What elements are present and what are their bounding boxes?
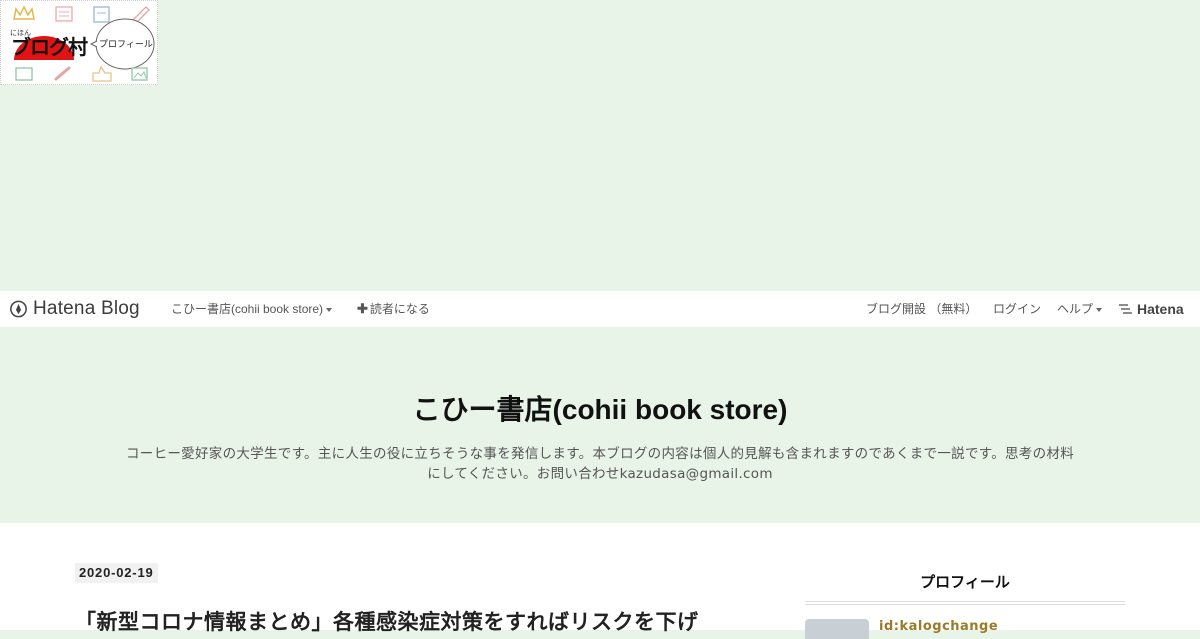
blogmura-profile-bubble[interactable]: プロフィール — [99, 37, 153, 50]
entry-title[interactable]: 「新型コロナ情報まとめ」各種感染症対策をすればリスクを下げ — [75, 606, 775, 636]
blog-menu-label: こひー書店(cohii book store) — [171, 302, 324, 316]
hatena-menu-icon — [1119, 304, 1132, 314]
hatena-blog-pen-icon — [10, 300, 27, 318]
profile-id-link[interactable]: id:kalogchange — [879, 619, 998, 634]
blog-menu-dropdown[interactable]: こひー書店(cohii book store) — [171, 291, 333, 327]
entry-date[interactable]: 2020-02-19 — [75, 563, 158, 583]
signup-link[interactable]: ブログ開設 （無料） — [866, 291, 977, 327]
caret-down-icon — [326, 307, 333, 312]
subscribe-button[interactable]: ✚ 読者になる — [357, 291, 430, 327]
global-header: Hatena Blog こひー書店(cohii book store) ✚ 読者に… — [0, 291, 1200, 327]
hatena-blog-logo-text: Hatena Blog — [33, 298, 140, 319]
blog-title[interactable]: こひー書店(cohii book store) — [0, 388, 1200, 428]
module-divider — [805, 601, 1125, 605]
blog-title-area: こひー書店(cohii book store) コーヒー愛好家の大学生です。主に… — [0, 328, 1200, 523]
hatena-blog-logo[interactable]: Hatena Blog — [10, 298, 140, 320]
blogmura-banner[interactable]: にほん ブログ村 プロフィール — [0, 0, 158, 85]
hatena-brand-label: Hatena — [1137, 301, 1184, 317]
subscribe-label: 読者になる — [369, 302, 430, 316]
blog-description: コーヒー愛好家の大学生です。主に人生の役に立ちそうな事を発信します。本ブログの内… — [125, 446, 1074, 482]
avatar[interactable] — [805, 619, 869, 639]
main-content: 2020-02-19 「新型コロナ情報まとめ」各種感染症対策をすればリスクを下げ… — [0, 523, 1200, 639]
login-link[interactable]: ログイン — [993, 291, 1041, 327]
profile-module-title: プロフィール — [920, 573, 1010, 591]
plus-icon: ✚ — [357, 301, 368, 316]
sidebar: プロフィール id:kalogchange — [805, 523, 1125, 639]
help-label: ヘルプ — [1057, 302, 1094, 316]
hatena-brand-link[interactable]: Hatena — [1119, 291, 1184, 327]
help-dropdown[interactable]: ヘルプ — [1057, 291, 1103, 327]
caret-down-icon — [1096, 307, 1103, 312]
blogmura-logo-text: ブログ村 — [11, 35, 88, 59]
